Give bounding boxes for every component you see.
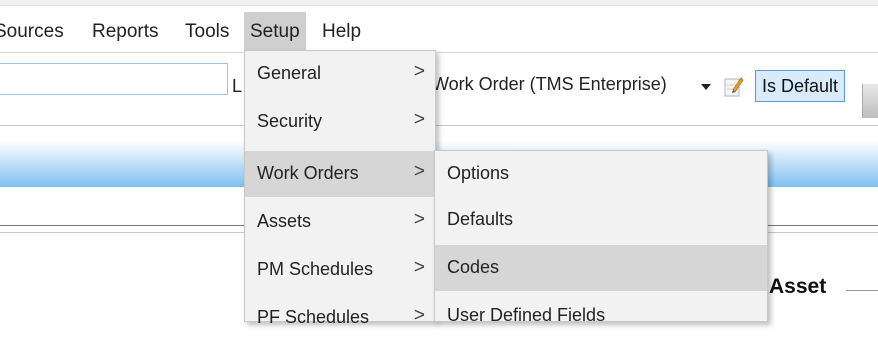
submenu-item-codes[interactable]: Codes: [435, 245, 767, 291]
work-orders-submenu: Options Defaults Codes User Defined Fiel…: [434, 150, 768, 325]
submenu-item-user-defined-fields[interactable]: User Defined Fields: [435, 293, 767, 339]
divider: [0, 125, 878, 126]
menu-setup[interactable]: Setup: [244, 12, 306, 52]
chevron-right-icon: >: [413, 209, 425, 230]
setup-menu-item-pf-schedules[interactable]: PF Schedules >: [245, 295, 435, 341]
menu-item-label: Defaults: [447, 209, 514, 229]
chevron-right-icon: >: [413, 305, 425, 326]
asset-section-title: Asset: [769, 275, 827, 298]
setup-menu-item-work-orders[interactable]: Work Orders >: [245, 151, 435, 197]
setup-menu: General > Security > Work Orders > Asset…: [244, 50, 436, 327]
menu-item-label: PM Schedules: [257, 259, 374, 279]
menu-item-label: Options: [447, 163, 510, 183]
menu-item-label: Assets: [257, 211, 312, 231]
menu-item-label: Security: [257, 111, 323, 131]
dropdown-arrow-icon[interactable]: [701, 84, 711, 90]
is-default-toggle[interactable]: Is Default: [755, 70, 846, 102]
chevron-right-icon: >: [413, 109, 425, 130]
chevron-right-icon: >: [413, 161, 425, 182]
setup-menu-item-pm-schedules[interactable]: PM Schedules >: [245, 247, 435, 293]
menu-reports[interactable]: Reports: [86, 12, 165, 52]
menu-tools[interactable]: Tools: [179, 12, 235, 52]
menu-item-label: PF Schedules: [257, 307, 370, 327]
layout-label: L: [232, 76, 243, 96]
menubar: Sources Reports Tools Setup Help: [0, 6, 878, 53]
menu-item-label: General: [257, 63, 322, 83]
menu-sources[interactable]: Sources: [0, 12, 70, 52]
menu-item-label: User Defined Fields: [447, 305, 606, 325]
submenu-item-options[interactable]: Options: [435, 151, 767, 197]
submenu-item-defaults[interactable]: Defaults: [435, 197, 767, 243]
setup-menu-item-general[interactable]: General >: [245, 51, 435, 97]
scrollbar-handle[interactable]: [862, 84, 878, 118]
setup-menu-item-security[interactable]: Security >: [245, 99, 435, 145]
menu-item-label: Codes: [447, 257, 500, 277]
menu-item-label: Work Orders: [257, 163, 359, 183]
asset-title-line: [846, 290, 878, 291]
setup-menu-item-assets[interactable]: Assets >: [245, 199, 435, 245]
chevron-right-icon: >: [413, 257, 425, 278]
work-order-select[interactable]: Work Order (TMS Enterprise): [432, 74, 667, 95]
chevron-right-icon: >: [413, 61, 425, 82]
edit-pencil-icon[interactable]: [724, 75, 744, 97]
menu-help[interactable]: Help: [316, 12, 367, 52]
search-input[interactable]: [0, 63, 228, 95]
